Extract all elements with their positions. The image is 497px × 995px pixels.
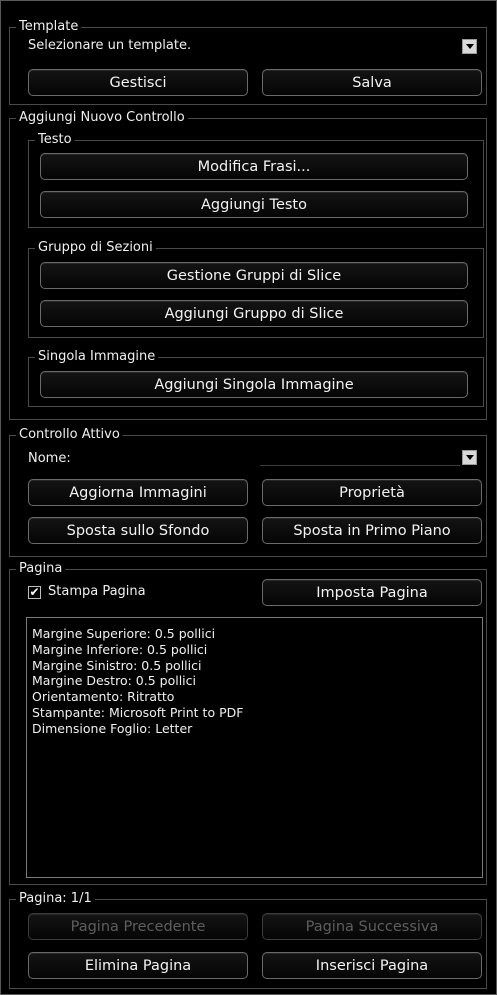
pagination-group-title: Pagina: 1/1 — [16, 891, 95, 907]
template-select-value[interactable]: Selezionare un template. — [28, 38, 191, 53]
print-page-checkbox[interactable]: ✔ — [28, 586, 41, 599]
single-image-group-title: Singola Immagine — [35, 349, 159, 365]
page-setup-button[interactable]: Imposta Pagina — [262, 579, 482, 606]
insert-page-button[interactable]: Inserisci Pagina — [262, 952, 482, 979]
name-label: Nome: — [28, 451, 71, 466]
page-info-textarea[interactable]: Margine Superiore: 0.5 pollici Margine I… — [26, 617, 483, 878]
add-slice-group-button[interactable]: Aggiungi Gruppo di Slice — [40, 300, 468, 327]
name-dropdown-arrow-icon[interactable] — [462, 450, 477, 465]
print-page-label[interactable]: Stampa Pagina — [48, 584, 146, 599]
slice-group-title: Gruppo di Sezioni — [35, 240, 156, 256]
active-control-group-title: Controllo Attivo — [16, 427, 123, 443]
page-info-line: Margine Sinistro: 0.5 pollici — [32, 657, 202, 673]
page-info-line: Orientamento: Ritratto — [32, 689, 175, 705]
send-to-back-button[interactable]: Sposta sullo Sfondo — [28, 517, 248, 544]
refresh-images-button[interactable]: Aggiorna Immagini — [28, 479, 248, 506]
add-control-group-title: Aggiungi Nuovo Controllo — [16, 110, 188, 126]
bring-to-front-button[interactable]: Sposta in Primo Piano — [262, 517, 482, 544]
properties-button[interactable]: Proprietà — [262, 479, 482, 506]
manage-template-button[interactable]: Gestisci — [28, 69, 248, 96]
page-info-line: Margine Destro: 0.5 pollici — [32, 673, 196, 689]
save-template-button[interactable]: Salva — [262, 69, 482, 96]
manage-slice-groups-button[interactable]: Gestione Gruppi di Slice — [40, 262, 468, 289]
add-text-button[interactable]: Aggiungi Testo — [40, 191, 468, 218]
page-info-line: Stampante: Microsoft Print to PDF — [32, 704, 244, 720]
name-field-line — [260, 465, 460, 466]
page-info-line: Margine Superiore: 0.5 pollici — [32, 626, 216, 641]
text-group-title: Testo — [35, 132, 75, 148]
page-group-title: Pagina — [16, 561, 66, 577]
next-page-button[interactable]: Pagina Successiva — [262, 913, 482, 940]
page-info-line: Margine Inferiore: 0.5 pollici — [32, 641, 208, 657]
previous-page-button[interactable]: Pagina Precedente — [28, 913, 248, 940]
template-group-title: Template — [16, 19, 82, 35]
add-single-image-button[interactable]: Aggiungi Singola Immagine — [40, 371, 468, 398]
template-dropdown-arrow-icon[interactable] — [462, 39, 477, 54]
delete-page-button[interactable]: Elimina Pagina — [28, 952, 248, 979]
edit-phrases-button[interactable]: Modifica Frasi... — [40, 153, 468, 180]
page-info-line: Dimensione Foglio: Letter — [32, 720, 193, 736]
